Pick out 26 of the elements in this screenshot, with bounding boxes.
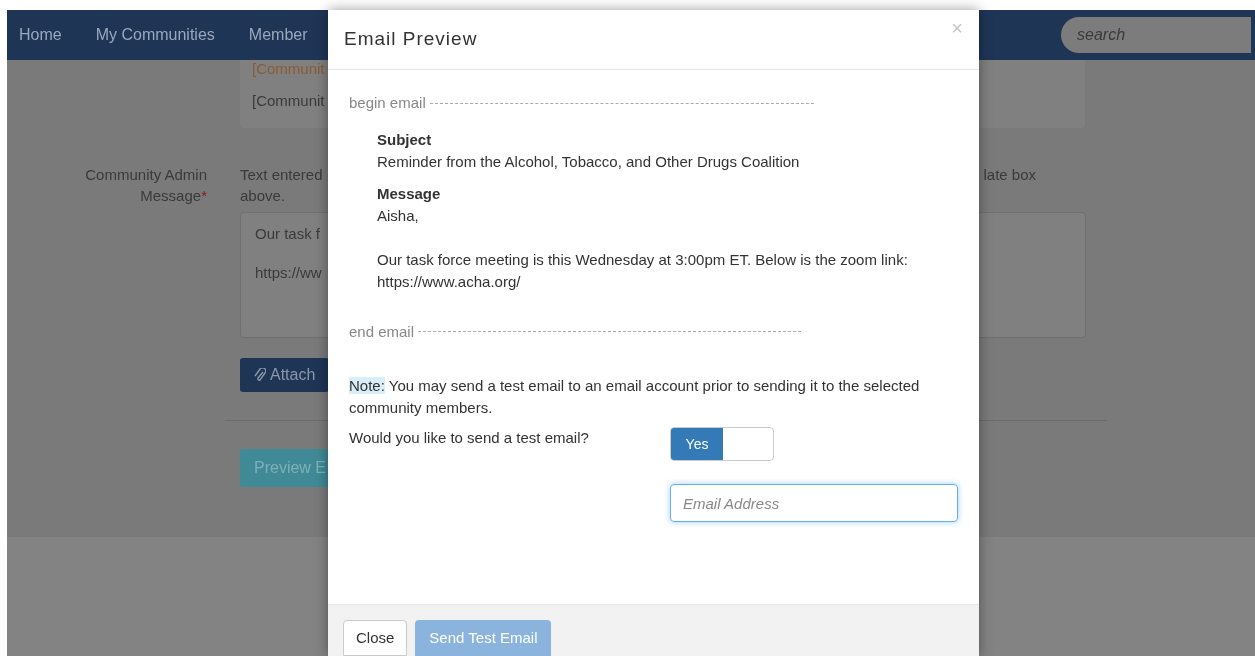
message-text: Our task force meeting is this Wednesday at 3:00pm ET. Below is the zoom link: [377, 249, 908, 270]
subject-label: Subject [377, 129, 432, 150]
subject-text: Reminder from the Alcohol, Tobacco, and Other Drugs Coalition [377, 151, 800, 172]
end-email-marker: end email [349, 321, 415, 342]
dialog-title: Email Preview [344, 27, 478, 52]
attach-button[interactable]: Attach [240, 358, 330, 392]
search-field[interactable]: search [1061, 17, 1251, 53]
nav-link[interactable]: Member [248, 23, 308, 47]
help-text: above. [240, 186, 286, 206]
message-link[interactable]: https://www.acha.org/ [377, 270, 521, 293]
help-text: late box [983, 165, 1036, 185]
paperclip-icon [254, 368, 266, 382]
message-text: Aisha, [377, 205, 419, 226]
close-button[interactable]: Close [343, 620, 408, 656]
template-token: [Communit [252, 62, 325, 76]
nav-link[interactable]: My Communities [95, 23, 215, 47]
question-text: Would you like to send a test email? [349, 428, 590, 448]
begin-email-marker: begin email [349, 93, 426, 113]
email-address-field[interactable]: Email Address [670, 484, 958, 522]
message-label: Message [377, 183, 441, 204]
nav-link[interactable]: Home [19, 23, 62, 47]
yes-toggle[interactable]: Yes [670, 427, 774, 461]
field-label: Community Admin Message* [84, 165, 207, 206]
help-text: Text entered [240, 165, 323, 185]
template-token: [Communit [252, 91, 325, 111]
note-text: Note: You may send a test email to an email account prior to sending it to the selected community members. [349, 376, 921, 418]
